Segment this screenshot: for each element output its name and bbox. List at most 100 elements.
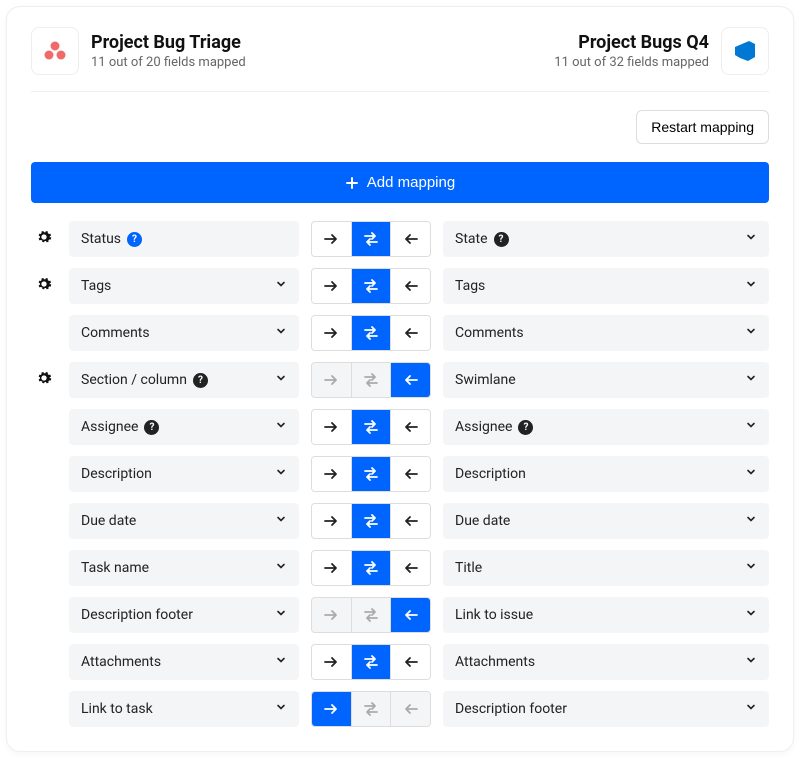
direction-right-button[interactable]: [312, 410, 352, 444]
chevron-down-icon: [745, 372, 757, 388]
chevron-down-icon: [275, 701, 287, 717]
left-field[interactable]: Task name: [69, 550, 299, 586]
direction-toggle: [311, 550, 431, 586]
left-field-label: Status: [81, 231, 121, 247]
right-field[interactable]: Assignee?: [443, 409, 769, 445]
left-field[interactable]: Assignee?: [69, 409, 299, 445]
chevron-down-icon: [745, 513, 757, 529]
left-field[interactable]: Due date: [69, 503, 299, 539]
direction-both-button[interactable]: [352, 269, 392, 303]
chevron-down-icon: [275, 513, 287, 529]
right-field[interactable]: Tags: [443, 268, 769, 304]
right-field-label: Swimlane: [455, 372, 516, 388]
mapping-row: Link to task Description footer: [31, 691, 769, 727]
direction-both-button[interactable]: [352, 222, 392, 256]
mapping-row: Attachments Attachments: [31, 644, 769, 680]
right-field[interactable]: Comments: [443, 315, 769, 351]
direction-left-button[interactable]: [391, 316, 430, 350]
direction-left-button[interactable]: [391, 645, 430, 679]
header: Project Bug Triage 11 out of 20 fields m…: [31, 27, 769, 92]
direction-right-button[interactable]: [312, 222, 352, 256]
direction-both-button[interactable]: [352, 316, 392, 350]
direction-left-button[interactable]: [391, 551, 430, 585]
chevron-down-icon: [275, 560, 287, 576]
chevron-down-icon: [745, 278, 757, 294]
mapping-row: Section / column? Swimlane: [31, 362, 769, 398]
chevron-down-icon: [745, 701, 757, 717]
left-field-label: Comments: [81, 325, 150, 341]
left-field-label: Section / column: [81, 372, 187, 388]
direction-right-button[interactable]: [312, 551, 352, 585]
chevron-down-icon: [745, 560, 757, 576]
mapping-row: Status?State?: [31, 221, 769, 257]
direction-left-button[interactable]: [391, 504, 430, 538]
chevron-down-icon: [745, 419, 757, 435]
direction-left-button[interactable]: [391, 410, 430, 444]
direction-right-button[interactable]: [312, 316, 352, 350]
left-field[interactable]: Section / column?: [69, 362, 299, 398]
right-field[interactable]: Due date: [443, 503, 769, 539]
left-field[interactable]: Attachments: [69, 644, 299, 680]
direction-right-button[interactable]: [312, 363, 352, 397]
restart-mapping-button[interactable]: Restart mapping: [636, 110, 769, 144]
direction-toggle: [311, 691, 431, 727]
help-icon[interactable]: ?: [518, 420, 533, 435]
left-field: Status?: [69, 221, 299, 257]
left-field[interactable]: Description footer: [69, 597, 299, 633]
direction-right-button[interactable]: [312, 645, 352, 679]
left-field-label: Due date: [81, 513, 136, 529]
direction-right-button[interactable]: [312, 692, 352, 726]
direction-left-button[interactable]: [391, 598, 430, 632]
direction-both-button[interactable]: [352, 598, 392, 632]
right-field[interactable]: Attachments: [443, 644, 769, 680]
gear-icon[interactable]: [36, 370, 52, 390]
direction-both-button[interactable]: [352, 410, 392, 444]
mapping-row: Assignee? Assignee?: [31, 409, 769, 445]
help-icon[interactable]: ?: [193, 373, 208, 388]
right-field-label: Title: [455, 560, 482, 576]
right-field-label: Attachments: [455, 654, 535, 670]
plus-icon: [345, 176, 359, 190]
right-field[interactable]: Swimlane: [443, 362, 769, 398]
direction-left-button[interactable]: [391, 457, 430, 491]
left-field[interactable]: Tags: [69, 268, 299, 304]
help-icon[interactable]: ?: [494, 232, 509, 247]
direction-toggle: [311, 456, 431, 492]
right-field-label: Description footer: [455, 701, 567, 717]
left-field[interactable]: Link to task: [69, 691, 299, 727]
gear-icon[interactable]: [36, 229, 52, 249]
direction-left-button[interactable]: [391, 363, 430, 397]
add-mapping-button[interactable]: Add mapping: [31, 162, 769, 203]
right-field[interactable]: Description footer: [443, 691, 769, 727]
mapping-row: Comments Comments: [31, 315, 769, 351]
direction-both-button[interactable]: [352, 457, 392, 491]
left-field[interactable]: Comments: [69, 315, 299, 351]
direction-both-button[interactable]: [352, 363, 392, 397]
chevron-down-icon: [275, 607, 287, 623]
direction-right-button[interactable]: [312, 598, 352, 632]
direction-left-button[interactable]: [391, 222, 430, 256]
direction-both-button[interactable]: [352, 504, 392, 538]
direction-right-button[interactable]: [312, 457, 352, 491]
direction-both-button[interactable]: [352, 692, 392, 726]
right-field[interactable]: State?: [443, 221, 769, 257]
left-field-label: Link to task: [81, 701, 153, 717]
left-project-status: 11 out of 20 fields mapped: [91, 55, 246, 70]
direction-right-button[interactable]: [312, 504, 352, 538]
right-field[interactable]: Description: [443, 456, 769, 492]
direction-both-button[interactable]: [352, 551, 392, 585]
gear-icon[interactable]: [36, 276, 52, 296]
direction-toggle: [311, 503, 431, 539]
right-field[interactable]: Title: [443, 550, 769, 586]
left-field-label: Tags: [81, 278, 111, 294]
help-icon[interactable]: ?: [127, 232, 142, 247]
direction-left-button[interactable]: [391, 692, 430, 726]
help-icon[interactable]: ?: [144, 420, 159, 435]
direction-right-button[interactable]: [312, 269, 352, 303]
left-field[interactable]: Description: [69, 456, 299, 492]
add-mapping-label: Add mapping: [367, 174, 455, 191]
direction-both-button[interactable]: [352, 645, 392, 679]
right-field-label: Comments: [455, 325, 524, 341]
direction-left-button[interactable]: [391, 269, 430, 303]
right-field[interactable]: Link to issue: [443, 597, 769, 633]
